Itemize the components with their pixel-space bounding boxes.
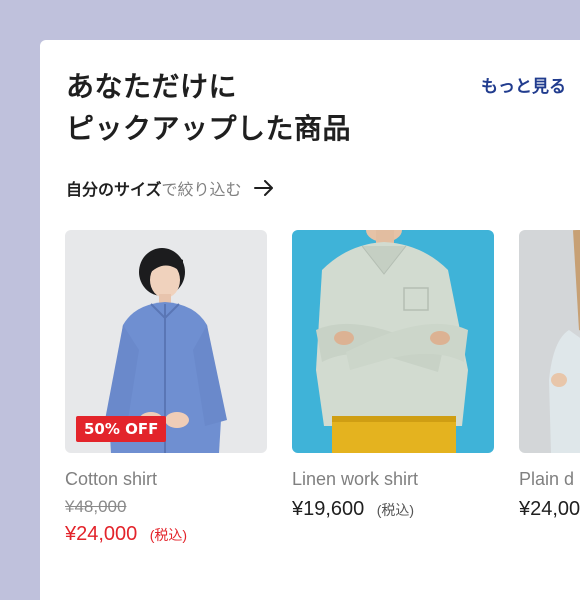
product-carousel: 50% OFF Cotton shirt ¥48,000 ¥24,000 (税込… — [65, 230, 580, 546]
original-price: ¥48,000 — [65, 497, 127, 516]
product-name[interactable]: Linen work shirt — [292, 469, 494, 490]
tax-included-label: (税込) — [376, 502, 415, 518]
sale-price: ¥24,000 — [65, 523, 138, 545]
product-card[interactable]: 50% OFF Cotton shirt ¥48,000 ¥24,000 (税込… — [65, 230, 267, 546]
price: ¥19,600 — [292, 498, 365, 520]
price-row: ¥24,00 — [519, 498, 580, 521]
heading-line-2: ピックアップした商品 — [66, 112, 352, 145]
arrow-right-icon — [253, 180, 273, 196]
see-more-link[interactable]: もっと見る — [481, 72, 566, 97]
product-image[interactable] — [292, 230, 494, 453]
product-card[interactable]: Linen work shirt ¥19,600 (税込) — [292, 230, 494, 546]
product-name[interactable]: Cotton shirt — [65, 469, 267, 490]
price-row: ¥24,000 (税込) — [65, 523, 267, 546]
pickup-card: あなただけに ピックアップした商品 もっと見る 自分のサイズ で絞り込む 50%… — [40, 40, 580, 600]
product-image[interactable]: 50% OFF — [65, 230, 267, 453]
product-name[interactable]: Plain d — [519, 469, 580, 490]
section-heading: あなただけに ピックアップした商品 — [66, 66, 351, 150]
price: ¥24,00 — [519, 498, 580, 520]
discount-badge: 50% OFF — [76, 416, 167, 442]
heading-line-1: あなただけに — [66, 70, 238, 103]
filter-by-size-link[interactable]: 自分のサイズ で絞り込む — [66, 176, 274, 200]
filter-label-light: で絞り込む — [161, 180, 242, 199]
tax-included-label: (税込) — [149, 527, 188, 543]
price-row: ¥19,600 (税込) — [292, 498, 494, 521]
product-image[interactable] — [519, 230, 580, 453]
product-card[interactable]: Plain d ¥24,00 — [519, 230, 580, 546]
filter-label-strong: 自分のサイズ — [66, 180, 162, 199]
